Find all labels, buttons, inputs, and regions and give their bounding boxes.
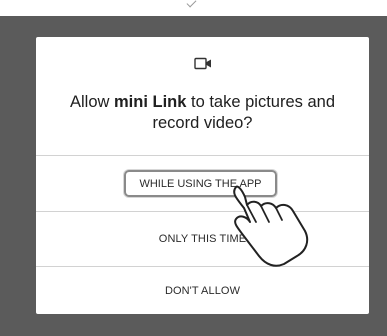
- dialog-title: Allow mini Link to take pictures and rec…: [56, 92, 349, 134]
- title-prefix: Allow: [69, 93, 114, 111]
- dialog-header: Allow mini Link to take pictures and rec…: [36, 37, 369, 155]
- only-this-time-button[interactable]: ONLY THIS TIME: [36, 212, 369, 266]
- dont-allow-button[interactable]: DON'T ALLOW: [36, 267, 369, 314]
- video-camera-icon: [194, 57, 211, 70]
- permission-dialog: Allow mini Link to take pictures and rec…: [36, 37, 369, 314]
- while-using-app-button[interactable]: WHILE USING THE APP: [124, 170, 277, 197]
- chevron-down-icon: [186, 0, 197, 8]
- top-frame: [0, 0, 387, 16]
- title-app-name: mini Link: [114, 93, 187, 111]
